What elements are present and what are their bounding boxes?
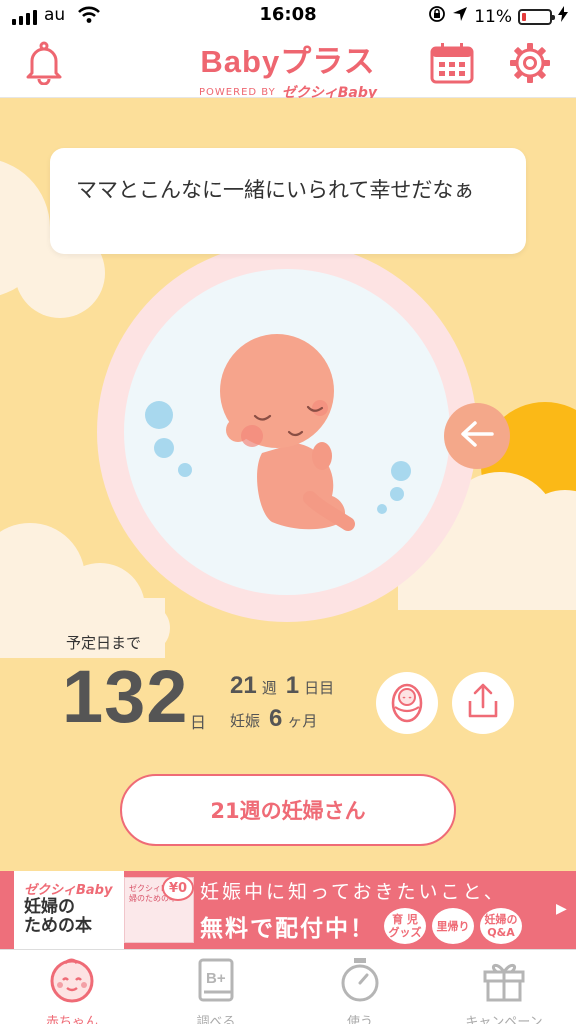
- settings-button[interactable]: [504, 39, 556, 91]
- status-bar: au 16:08 11%: [0, 0, 576, 32]
- week-value: 21: [230, 672, 257, 699]
- orientation-lock-icon: [428, 5, 446, 28]
- location-icon: [452, 6, 468, 27]
- app-logo: Babyプラス POWERED BY ゼクシィBaby: [0, 36, 576, 102]
- ad-chip-homecoming: 里帰り: [432, 908, 474, 944]
- swaddled-baby-icon: [387, 679, 427, 727]
- ad-title-line2: ための本: [24, 916, 92, 936]
- tab-campaign-label: キャンペーン: [465, 1015, 543, 1024]
- app-header: Babyプラス POWERED BY ゼクシィBaby: [0, 32, 576, 101]
- baby-main-panel: ママとこんなに一緒にいられて幸せだなぁ 予定日まで 132 日 21 週 1 日…: [0, 98, 576, 871]
- month-value: 6: [269, 705, 283, 732]
- logo-powered: POWERED BY: [199, 86, 276, 98]
- tab-campaign[interactable]: キャンペーン: [432, 950, 576, 1024]
- day-unit: 日目: [304, 679, 335, 697]
- week-unit: 週: [261, 679, 277, 697]
- ad-banner[interactable]: ゼクシィBaby 妊婦の ための本 ゼクシィBaby 妊婦のための本 ¥0 妊娠…: [0, 871, 576, 949]
- battery-percent: 11%: [474, 6, 512, 27]
- ad-brand: ゼクシィBaby: [24, 883, 113, 898]
- tab-use[interactable]: 使う: [288, 950, 432, 1024]
- weekly-pregnancy-button[interactable]: 21週の妊婦さん: [120, 774, 456, 846]
- battery-icon: [518, 8, 555, 25]
- month-unit: ヶ月: [287, 712, 318, 730]
- svg-text:B+: B+: [206, 970, 226, 987]
- ad-chip-goods: 育 児グッズ: [384, 908, 426, 944]
- share-icon: [466, 683, 500, 723]
- baby-profile-button[interactable]: [376, 672, 438, 734]
- ad-chip-goods-line2: グッズ: [388, 926, 422, 939]
- arrow-left-icon: [460, 420, 494, 452]
- tab-search[interactable]: B+ 調べる: [144, 950, 288, 1024]
- ad-chip-qa-line2: Q&A: [487, 926, 515, 939]
- ad-chip-qa: 妊婦の Q&A: [480, 908, 522, 944]
- gestation-week-row: 21 週 1 日目: [230, 672, 334, 700]
- pregnancy-label: 妊娠: [230, 712, 261, 730]
- previous-button[interactable]: [444, 403, 510, 469]
- baby-speech-bubble: ママとこんなに一緒にいられて幸せだなぁ: [50, 148, 526, 254]
- gear-icon: [508, 41, 552, 89]
- ad-book-info: ゼクシィBaby 妊婦の ための本: [14, 871, 124, 949]
- ad-title-line1: 妊婦の: [24, 897, 75, 917]
- stopwatch-icon: [337, 957, 383, 1007]
- days-remaining-value: 132: [62, 655, 189, 738]
- tab-search-label: 調べる: [196, 1015, 236, 1024]
- ad-price-badge: ¥0: [162, 875, 194, 901]
- baby-face-icon: [47, 957, 97, 1007]
- charging-icon: [558, 6, 568, 27]
- days-until-label: 予定日まで: [66, 634, 142, 652]
- tab-baby-label: 赤ちゃん: [45, 1015, 98, 1024]
- tab-use-label: 使う: [346, 1015, 373, 1024]
- logo-title: Babyプラス: [200, 44, 376, 79]
- ad-chip-homecoming-line1: 里帰り: [436, 919, 470, 933]
- day-value: 1: [285, 672, 300, 699]
- ad-chip-goods-line1: 育 児: [392, 913, 418, 926]
- ad-next-icon: ▶: [556, 901, 567, 917]
- share-button[interactable]: [452, 672, 514, 734]
- days-unit: 日: [190, 713, 207, 732]
- pregnancy-month-row: 妊娠 6 ヶ月: [230, 705, 317, 733]
- tab-bar: 赤ちゃん B+ 調べる 使う キャンペーン: [0, 949, 576, 1024]
- ad-headline: 妊娠中に知っておきたいこと、: [200, 881, 506, 903]
- calendar-button[interactable]: [426, 39, 478, 91]
- ad-chip-qa-line1: 妊婦の: [484, 913, 518, 926]
- calendar-icon: [430, 42, 474, 88]
- gift-icon: [481, 957, 527, 1007]
- tab-baby[interactable]: 赤ちゃん: [0, 950, 144, 1024]
- app-screen: au 16:08 11% Babyプラス POWERED BY ゼクシィBaby…: [0, 0, 576, 1024]
- ad-subheadline: 無料で配付中！: [200, 916, 375, 942]
- book-icon: B+: [194, 957, 238, 1007]
